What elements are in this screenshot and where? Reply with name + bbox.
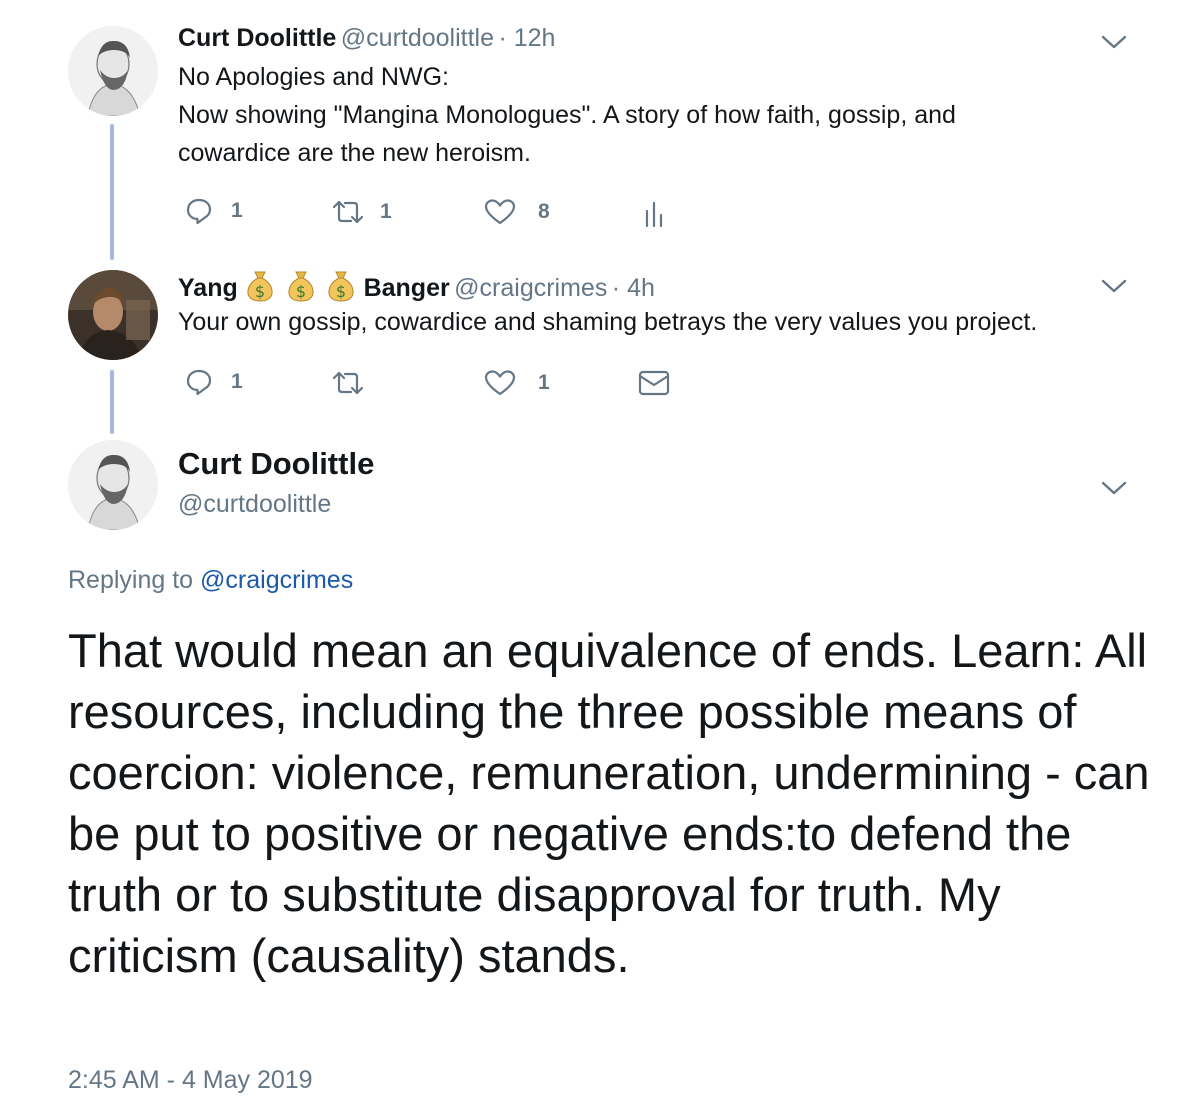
tweet1-header: Curt Doolittle @curtdoolittle · 12h <box>178 24 555 53</box>
chevron-down-icon[interactable] <box>1100 33 1128 51</box>
avatar-curt-doolittle[interactable] <box>68 26 158 116</box>
tweet1-line: No Apologies and NWG: <box>178 63 449 91</box>
svg-text:$: $ <box>255 282 265 301</box>
like-icon <box>484 199 516 225</box>
reply-icon <box>186 198 212 225</box>
retweet-button[interactable]: 1 <box>330 198 392 226</box>
replying-to: Replying to @craigcrimes <box>68 566 353 595</box>
avatar-portrait <box>68 440 158 530</box>
reply-button[interactable]: 1 <box>185 197 243 225</box>
analytics-icon[interactable] <box>644 201 666 227</box>
tweet2-text: Your own gossip, cowardice and shaming b… <box>178 308 1038 336</box>
reply-count: 1 <box>231 199 243 222</box>
tweet-time[interactable]: · 12h <box>498 24 555 52</box>
author-name-part1[interactable]: Yang <box>178 274 238 302</box>
author-name-part2[interactable]: Banger <box>364 274 450 302</box>
money-bag-icon: $ <box>288 271 314 302</box>
thread-connector <box>110 370 114 434</box>
avatar-photo <box>68 270 158 360</box>
tweet-time[interactable]: · 4h <box>612 274 655 302</box>
main-author-name[interactable]: Curt Doolittle <box>178 446 374 482</box>
tweet2-header: Yang $ $ $ Banger @craigcrimes · 4h <box>178 268 655 303</box>
main-author-handle[interactable]: @curtdoolittle <box>178 490 331 519</box>
tweet-timestamp[interactable]: 2:45 AM - 4 May 2019 <box>68 1066 313 1095</box>
like-count: 8 <box>538 200 550 223</box>
author-name[interactable]: Curt Doolittle <box>178 24 336 52</box>
avatar-curt-doolittle[interactable] <box>68 440 158 530</box>
retweet-count: 1 <box>380 200 392 223</box>
money-bag-emojis: $ $ $ <box>242 271 363 302</box>
mail-icon[interactable] <box>638 370 670 396</box>
like-button[interactable]: 8 <box>484 198 550 226</box>
money-bag-icon: $ <box>328 271 354 302</box>
like-count: 1 <box>538 371 550 394</box>
like-icon <box>484 370 516 396</box>
thread-connector <box>110 124 114 260</box>
avatar-yang-banger[interactable] <box>68 270 158 360</box>
tweet1-text: No Apologies and NWG: Now showing "Mangi… <box>178 58 1138 172</box>
retweet-icon <box>332 371 364 395</box>
svg-text:$: $ <box>336 282 346 301</box>
retweet-icon <box>332 200 364 224</box>
author-handle[interactable]: @curtdoolittle <box>341 24 494 52</box>
tweet1-line: cowardice are the new heroism. <box>178 139 531 167</box>
svg-text:$: $ <box>296 282 306 301</box>
like-button[interactable]: 1 <box>484 369 550 397</box>
replying-handle-link[interactable]: @craigcrimes <box>200 566 353 594</box>
avatar-portrait <box>68 26 158 116</box>
chevron-down-icon[interactable] <box>1100 479 1128 497</box>
chevron-down-icon[interactable] <box>1100 277 1128 295</box>
reply-count: 1 <box>231 370 243 393</box>
replying-label: Replying to <box>68 566 194 594</box>
money-bag-icon: $ <box>247 271 273 302</box>
main-tweet-text: That would mean an equivalence of ends. … <box>68 624 1150 982</box>
reply-button[interactable]: 1 <box>185 368 243 396</box>
author-handle[interactable]: @craigcrimes <box>454 274 607 302</box>
reply-icon <box>186 369 212 396</box>
tweet1-line: Now showing "Mangina Monologues". A stor… <box>178 101 956 129</box>
retweet-button[interactable] <box>330 369 366 397</box>
